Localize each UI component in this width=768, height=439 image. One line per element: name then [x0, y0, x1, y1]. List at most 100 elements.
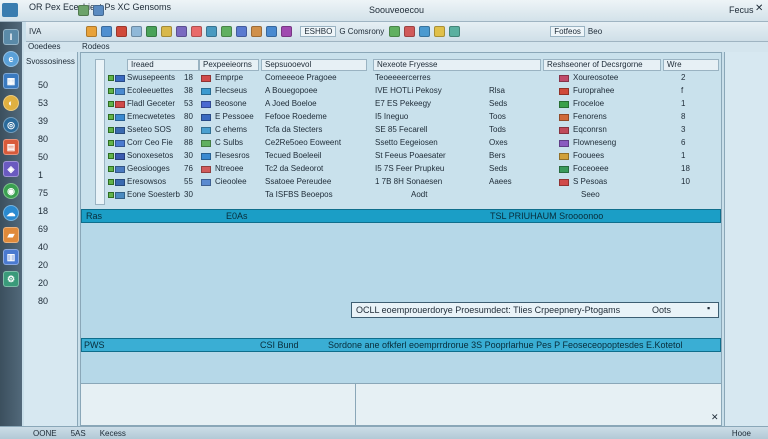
check-icon[interactable] [221, 26, 233, 37]
table-row[interactable]: Eresowsos 55 Cieoolee Ssatoee Pereudee 1… [81, 176, 721, 189]
document-icon[interactable]: ▥ [3, 249, 19, 265]
table-row[interactable]: Corr Ceo Fie 88 C Sulbs Ce2Re5oeo Eoween… [81, 137, 721, 150]
cell-7: 1 [681, 99, 686, 108]
cell-3: Tcfa da Stecters [265, 125, 323, 134]
cloud-icon[interactable]: ☁ [3, 205, 19, 221]
search-icon[interactable] [266, 26, 278, 37]
stop-icon[interactable] [404, 26, 416, 37]
cell-4: Aodt [411, 190, 428, 199]
cell-6: Furoprahee [573, 86, 615, 95]
toolbar-combo-2[interactable]: G Comsrony [336, 27, 387, 36]
cell-mark: 30 [184, 190, 193, 199]
office-icon[interactable]: ▤ [3, 139, 19, 155]
globe-icon[interactable]: e [3, 51, 19, 67]
dropdown-arrow-icon[interactable]: ▪ [707, 303, 710, 313]
col-header-5[interactable]: Reshseoner of Decsrgorne [543, 59, 661, 71]
folder-icon[interactable] [86, 26, 98, 37]
cell-7: 6 [681, 138, 686, 147]
col-header-name[interactable]: Ireaed [127, 59, 199, 71]
description-field[interactable]: OCLL eoemprouerdorye Proesumdect: Tlies … [351, 302, 719, 318]
cell-4: I5 7S Feer Prupkeu [375, 164, 445, 173]
row-checkbox[interactable] [108, 101, 114, 107]
window-right-label[interactable]: Fecus [726, 5, 757, 15]
summary-band[interactable]: PWS CSI Bund Sordone ane ofkferl eoemprr… [81, 338, 721, 352]
toolbar-combo-1[interactable]: ESHBO [300, 26, 337, 37]
row-number: 20 [38, 278, 49, 288]
cell-7: 2 [681, 73, 686, 82]
close-pane-icon[interactable]: ✕ [711, 412, 719, 423]
copy-icon[interactable] [131, 26, 143, 37]
folder-app-icon[interactable]: ▰ [3, 227, 19, 243]
table-row[interactable]: Eone Soesterb 30 Ta ISFBS Beoepos Aodt S… [81, 189, 721, 202]
table-row[interactable]: Emecwetetes 80 E Pessoee Fefooe Roedeme … [81, 111, 721, 124]
table-row[interactable]: Sonoxesetos 30 Flesesros Tecued Boeleeil… [81, 150, 721, 163]
print-icon[interactable] [251, 26, 263, 37]
table-row[interactable]: Fladl Geceter 53 Beosone A Joed Boeloe E… [81, 98, 721, 111]
edit-icon[interactable] [161, 26, 173, 37]
paste-icon[interactable] [146, 26, 158, 37]
grid-icon[interactable]: ▦ [3, 73, 19, 89]
row-number: 69 [38, 224, 49, 234]
toolbar-right-label[interactable]: Beo [585, 27, 605, 36]
refresh-icon[interactable] [206, 26, 218, 37]
col-header-6[interactable]: Wre [663, 59, 719, 71]
terminal-icon[interactable]: I [3, 29, 19, 45]
next-icon[interactable] [419, 26, 431, 37]
cell-5: Oxes [489, 138, 508, 147]
chrome-icon[interactable]: ◐ [3, 95, 19, 111]
col-header-2[interactable]: Pexpeeieorns [199, 59, 259, 71]
tab-a[interactable]: Ooedees [28, 42, 60, 51]
row-checkbox[interactable] [108, 140, 114, 146]
share-icon[interactable] [449, 26, 461, 37]
cell-name: Geosiooges [127, 164, 170, 173]
col-header-3[interactable]: Sepsuooevol [261, 59, 367, 71]
maps-icon[interactable]: ◉ [3, 183, 19, 199]
table-row[interactable]: Ecoleeuettes 38 Flecseus A Bouegopoee IV… [81, 85, 721, 98]
row-checkbox[interactable] [108, 88, 114, 94]
cell-7: 8 [681, 112, 686, 121]
table-row[interactable]: Sseteo SOS 80 C ehems Tcfa da Stecters S… [81, 124, 721, 137]
group-header-band[interactable]: Ras E0As TSL PRIUHAUM Sroooonoo [81, 209, 721, 223]
summary-center-label: CSI Bund [260, 340, 299, 350]
window-title: Soouveoecou [369, 5, 425, 15]
row-checkbox[interactable] [108, 192, 114, 198]
row-checkbox[interactable] [108, 75, 114, 81]
cell-icon [201, 114, 211, 121]
col-header-4[interactable]: Nexeote Fryesse [373, 59, 541, 71]
play-icon[interactable] [389, 26, 401, 37]
row-checkbox[interactable] [108, 114, 114, 120]
cell-2: Flesesros [215, 151, 250, 160]
compass-icon[interactable]: ◎ [3, 117, 19, 133]
undo-icon[interactable] [93, 4, 104, 16]
settings-icon[interactable]: ⚙ [3, 271, 19, 287]
cell-4: IVE HOTLi Pekosy [375, 86, 442, 95]
flag-icon[interactable] [191, 26, 203, 37]
toolbar-icons-right [387, 26, 462, 37]
chart-icon[interactable] [236, 26, 248, 37]
bottom-pane: ✕ [81, 383, 721, 426]
mail-icon[interactable] [101, 26, 113, 37]
tag-icon[interactable] [281, 26, 293, 37]
row-color-swatch [115, 114, 125, 121]
star-icon[interactable] [434, 26, 446, 37]
cell-icon [559, 153, 569, 160]
description-field-suffix: Oots [652, 305, 672, 315]
row-checkbox[interactable] [108, 127, 114, 133]
row-checkbox[interactable] [108, 166, 114, 172]
delete-icon[interactable] [116, 26, 128, 37]
table-row[interactable]: Swusepeents 18 Emprpe Comeeeoe Pragoee T… [81, 72, 721, 85]
cell-icon [559, 88, 569, 95]
toolbar-right-field[interactable]: Fotfeos [550, 26, 585, 37]
table-row[interactable]: Geosiooges 76 Ntreoee Tc2 da Sedeorot I5… [81, 163, 721, 176]
cell-4: Ssetto Eegeiosen [375, 138, 438, 147]
cell-4: 1 7B 8H Sonaesen [375, 177, 443, 186]
filter-icon[interactable] [176, 26, 188, 37]
row-color-swatch [115, 192, 125, 199]
close-icon[interactable]: ✕ [755, 3, 763, 14]
tab-b[interactable]: Rodeos [82, 42, 110, 51]
save-icon[interactable] [78, 4, 89, 16]
row-checkbox[interactable] [108, 179, 114, 185]
photo-icon[interactable]: ◈ [3, 161, 19, 177]
row-checkbox[interactable] [108, 153, 114, 159]
table-body: Swusepeents 18 Emprpe Comeeeoe Pragoee T… [81, 72, 721, 206]
